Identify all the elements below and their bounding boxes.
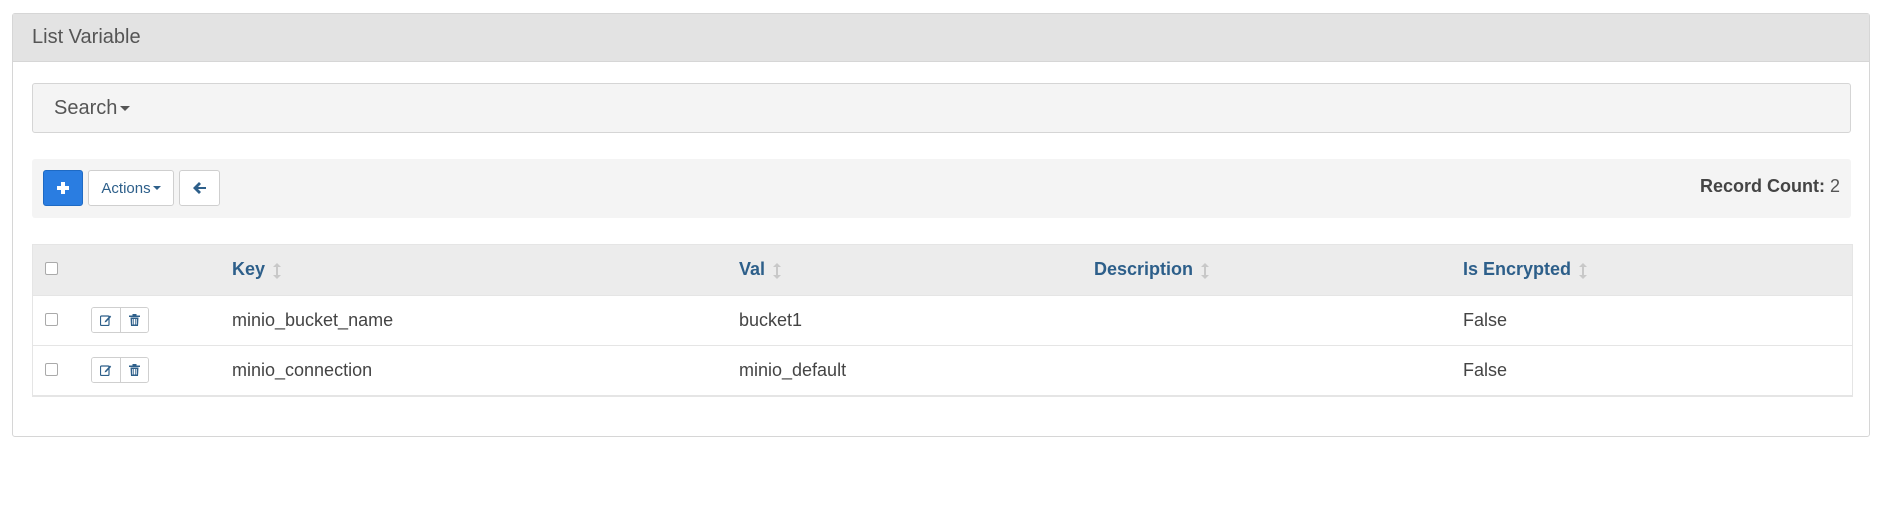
toolbar: Actions Record Count: 2 <box>32 159 1851 218</box>
delete-button[interactable] <box>120 358 148 382</box>
sort-icon <box>773 262 782 279</box>
sort-icon <box>1201 262 1210 279</box>
column-header-key[interactable]: Key <box>232 245 739 295</box>
column-header-label: Description <box>1094 259 1194 280</box>
row-actions-cell <box>91 294 232 345</box>
record-count-label: Record Count: <box>1699 176 1825 196</box>
record-count: Record Count: 2 <box>1700 176 1840 197</box>
cell-key: minio_bucket_name <box>232 294 739 345</box>
variables-table: Key Val Description Is Encrypted minio_b… <box>32 244 1853 397</box>
search-toggle[interactable]: Search <box>32 83 1851 133</box>
back-button[interactable] <box>179 170 220 206</box>
row-actions-cell <box>91 344 232 396</box>
edit-icon <box>100 315 112 326</box>
add-button[interactable] <box>43 170 83 206</box>
cell-val: bucket1 <box>739 294 1094 345</box>
select-all-checkbox[interactable] <box>45 262 58 276</box>
column-header-is-encrypted[interactable]: Is Encrypted <box>1463 245 1852 295</box>
select-all-cell <box>33 245 91 295</box>
cell-is-encrypted: False <box>1463 294 1852 345</box>
edit-button[interactable] <box>92 358 120 382</box>
plus-icon <box>57 182 69 194</box>
sort-icon <box>1579 262 1588 279</box>
search-label: Search <box>54 96 118 119</box>
row-actions <box>91 307 149 333</box>
cell-description <box>1094 344 1463 396</box>
delete-button[interactable] <box>120 308 148 332</box>
cell-description <box>1094 294 1463 345</box>
table-header-row: Key Val Description Is Encrypted <box>33 245 1852 295</box>
list-variable-panel: List Variable Search Actions Record Coun… <box>12 13 1870 437</box>
column-header-label: Key <box>232 259 266 280</box>
record-count-value: 2 <box>1829 176 1840 196</box>
actions-header <box>91 245 232 295</box>
page-title: List Variable <box>32 26 141 48</box>
column-header-description[interactable]: Description <box>1094 245 1463 295</box>
edit-button[interactable] <box>92 308 120 332</box>
actions-dropdown-button[interactable]: Actions <box>88 170 174 206</box>
row-actions <box>91 357 149 383</box>
cell-key: minio_connection <box>232 344 739 396</box>
cell-is-encrypted: False <box>1463 344 1852 396</box>
column-header-label: Val <box>739 259 766 280</box>
caret-down-icon <box>120 105 131 111</box>
row-select-cell <box>33 294 91 345</box>
row-checkbox[interactable] <box>45 362 58 376</box>
edit-icon <box>100 365 112 376</box>
trash-icon <box>129 314 140 326</box>
column-header-val[interactable]: Val <box>739 245 1094 295</box>
table-row: minio_bucket_name bucket1 False <box>33 294 1852 345</box>
cell-val: minio_default <box>739 344 1094 396</box>
table-row: minio_connection minio_default False <box>33 344 1852 396</box>
row-select-cell <box>33 344 91 396</box>
actions-label: Actions <box>101 179 151 197</box>
sort-icon <box>273 262 282 279</box>
trash-icon <box>129 364 140 376</box>
column-header-label: Is Encrypted <box>1463 259 1572 280</box>
row-checkbox[interactable] <box>45 312 58 326</box>
arrow-left-icon <box>192 182 206 194</box>
panel-heading: List Variable <box>13 14 1869 62</box>
caret-down-icon <box>152 186 161 190</box>
